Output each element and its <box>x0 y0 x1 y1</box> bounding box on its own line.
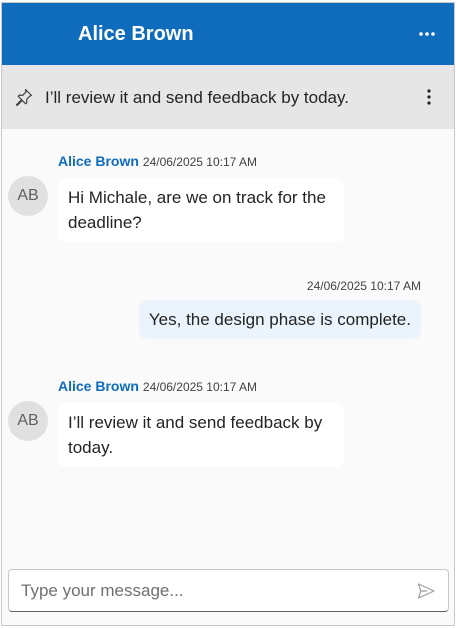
message-author: Alice Brown <box>58 153 139 169</box>
pinned-message-bar[interactable]: I’ll review it and send feedback by toda… <box>2 65 454 129</box>
more-vertical-icon[interactable] <box>422 87 436 107</box>
avatar: AB <box>8 176 48 216</box>
chat-header: Alice Brown <box>2 3 454 65</box>
message-bubble[interactable]: Hi Michale, are we on track for the dead… <box>58 178 344 242</box>
more-horizontal-icon[interactable] <box>416 23 438 45</box>
message-timestamp: 24/06/2025 10:17 AM <box>142 155 257 169</box>
avatar: AB <box>8 401 48 441</box>
message-timestamp: 24/06/2025 10:17 AM <box>306 279 421 293</box>
send-icon[interactable] <box>416 581 436 601</box>
chat-title: Alice Brown <box>78 23 194 45</box>
message-timestamp: 24/06/2025 10:17 AM <box>142 380 257 394</box>
message-bubble[interactable]: I’ll review it and send feedback by toda… <box>58 403 344 467</box>
message-author: Alice Brown <box>58 378 139 394</box>
message-meta: Alice Brown 24/06/2025 10:17 AM <box>58 378 257 395</box>
chat-window: Alice Brown I’ll review it and send feed… <box>1 2 455 626</box>
message-meta: Alice Brown 24/06/2025 10:17 AM <box>58 153 257 170</box>
message-bubble[interactable]: Yes, the design phase is complete. <box>138 300 421 339</box>
message-input[interactable] <box>21 580 401 602</box>
pin-icon <box>14 87 34 107</box>
pinned-message-text: I’ll review it and send feedback by toda… <box>45 88 349 107</box>
message-composer <box>8 569 449 612</box>
